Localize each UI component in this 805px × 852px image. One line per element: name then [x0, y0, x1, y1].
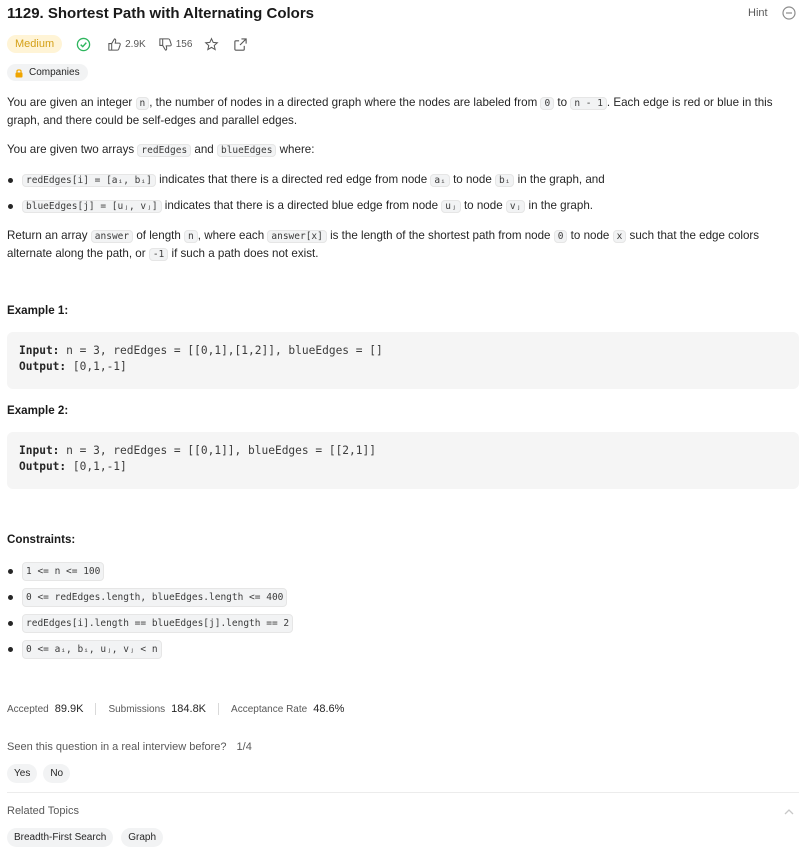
stats-row: Accepted 89.9K Submissions 184.8K Acceptan…	[7, 703, 345, 715]
related-topics-label[interactable]: Related Topics	[7, 805, 79, 817]
accepted-count: 89.9K	[54, 703, 84, 715]
list-item: redEdges[i] = [aᵢ, bᵢ] indicates that th…	[7, 171, 605, 189]
star-icon[interactable]	[204, 36, 219, 52]
problem-meta-row: Medium 2.9K 156	[7, 34, 254, 54]
interview-fraction: 1/4	[236, 741, 252, 753]
divider	[7, 792, 799, 793]
related-topics-list: Breadth-First Search Graph	[7, 828, 164, 847]
submissions-count: 184.8K	[171, 703, 207, 715]
list-item: 0 <= aᵢ, bᵢ, uⱼ, vⱼ < n	[7, 640, 162, 659]
list-item: redEdges[i].length == blueEdges[j].lengt…	[7, 614, 294, 633]
acceptance-rate: 48.6%	[313, 703, 345, 715]
companies-label: Companies	[29, 67, 80, 78]
description-paragraph-1: You are given an integer n, the number o…	[7, 96, 773, 127]
hint-button[interactable]: Hint	[748, 7, 768, 19]
list-item: blueEdges[j] = [uⱼ, vⱼ] indicates that t…	[7, 197, 593, 215]
topic-tag[interactable]: Breadth-First Search	[7, 828, 114, 847]
example-heading: Example 2:	[7, 404, 69, 417]
list-item: 0 <= redEdges.length, blueEdges.length <…	[7, 588, 288, 607]
thumbs-up-icon[interactable]	[107, 37, 122, 52]
lock-icon	[15, 68, 23, 77]
problem-title: 1129. Shortest Path with Alternating Col…	[7, 5, 315, 22]
share-icon[interactable]	[233, 37, 248, 52]
example-code-block: Input: n = 3, redEdges = [[0,1]], blueEd…	[7, 432, 799, 489]
yes-button[interactable]: Yes	[7, 764, 38, 783]
example-code-block: Input: n = 3, redEdges = [[0,1],[1,2]], …	[7, 332, 799, 389]
constraints-heading: Constraints:	[7, 533, 76, 546]
example-heading: Example 1:	[7, 304, 69, 317]
more-options-icon[interactable]	[782, 6, 796, 20]
list-item: 1 <= n <= 100	[7, 562, 105, 581]
interview-question: Seen this question in a real interview b…	[7, 741, 252, 753]
description-paragraph-2: You are given two arrays redEdges and bl…	[7, 143, 315, 157]
topic-tag[interactable]: Graph	[121, 828, 164, 847]
solved-check-icon	[76, 37, 91, 51]
description-paragraph-3: Return an array answer of length n, wher…	[7, 229, 760, 261]
thumbs-down-icon[interactable]	[158, 37, 173, 52]
dislikes-count: 156	[175, 38, 193, 50]
interview-answers: Yes No	[7, 764, 71, 783]
companies-button[interactable]: Companies	[7, 64, 88, 81]
no-button[interactable]: No	[43, 764, 71, 783]
difficulty-badge: Medium	[7, 35, 63, 53]
chevron-up-icon[interactable]	[782, 805, 796, 819]
likes-count: 2.9K	[125, 38, 146, 50]
